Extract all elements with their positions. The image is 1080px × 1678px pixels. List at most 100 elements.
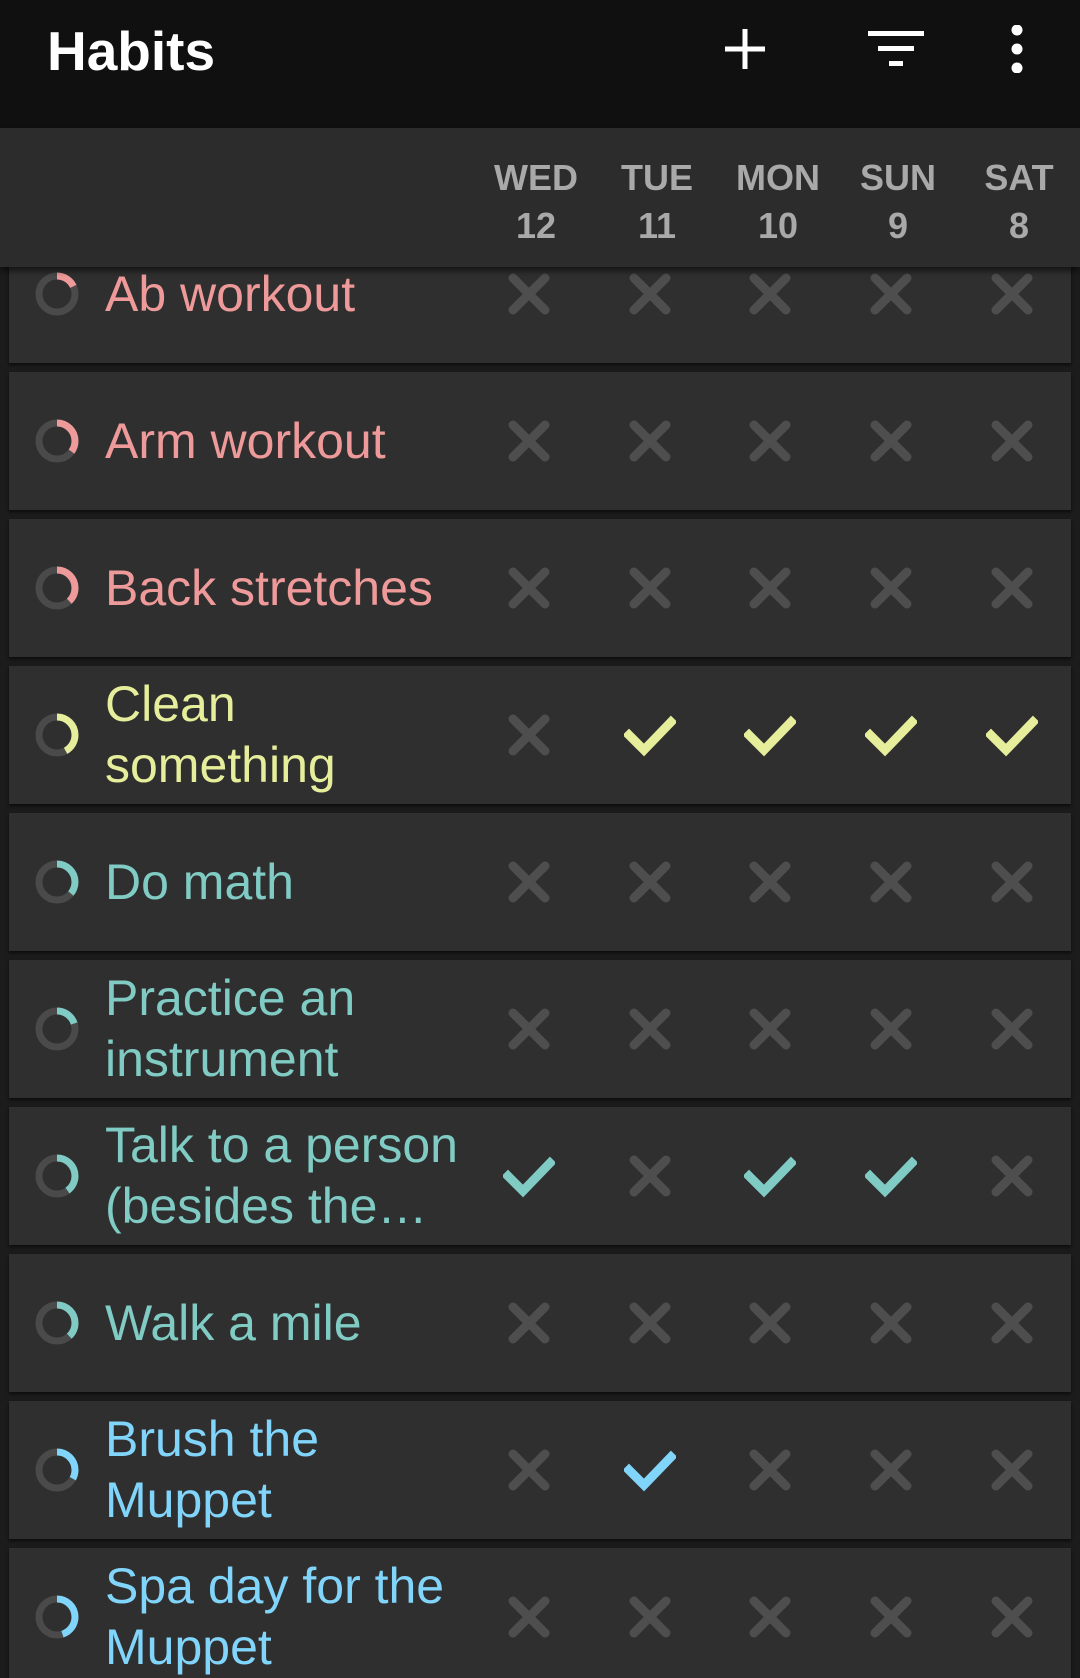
cross-icon[interactable] bbox=[865, 268, 917, 320]
check-icon[interactable] bbox=[986, 709, 1038, 761]
cross-icon[interactable] bbox=[865, 1003, 917, 1055]
cross-icon[interactable] bbox=[503, 1591, 555, 1643]
cross-icon[interactable] bbox=[503, 856, 555, 908]
habit-row[interactable]: Walk a mile bbox=[9, 1254, 1071, 1392]
weekday-label: SAT bbox=[984, 157, 1054, 198]
habit-row[interactable]: Arm workout bbox=[9, 372, 1071, 510]
cross-icon[interactable] bbox=[865, 415, 917, 467]
habit-row[interactable]: Practice an instrument bbox=[9, 960, 1071, 1098]
habit-name-text: Clean something bbox=[105, 676, 336, 793]
habit-name[interactable]: Practice an instrument bbox=[105, 960, 475, 1098]
cross-icon[interactable] bbox=[986, 1444, 1038, 1496]
cross-icon[interactable] bbox=[744, 562, 796, 614]
habit-name-text: Brush the Muppet bbox=[105, 1411, 320, 1528]
habit-name[interactable]: Do math bbox=[105, 813, 475, 951]
habit-row[interactable]: Brush the Muppet bbox=[9, 1401, 1071, 1539]
habit-name[interactable]: Brush the Muppet bbox=[105, 1401, 475, 1539]
cross-icon[interactable] bbox=[744, 268, 796, 320]
day-number: 10 bbox=[757, 205, 799, 246]
day-number: 8 bbox=[1008, 205, 1030, 246]
weekday-label: SUN bbox=[859, 157, 936, 198]
habit-name[interactable]: Spa day for the Muppet bbox=[105, 1548, 475, 1678]
cross-icon[interactable] bbox=[744, 1297, 796, 1349]
habit-score-ring-icon bbox=[35, 1448, 79, 1492]
cross-icon[interactable] bbox=[986, 1591, 1038, 1643]
habit-name[interactable]: Arm workout bbox=[105, 372, 475, 510]
habit-name[interactable]: Talk to a person (besides the Muppet) bbox=[105, 1107, 475, 1245]
habit-name[interactable]: Back stretches bbox=[105, 519, 475, 657]
cross-icon[interactable] bbox=[624, 1591, 676, 1643]
cross-icon[interactable] bbox=[503, 562, 555, 614]
cross-icon[interactable] bbox=[986, 1297, 1038, 1349]
weekday-label: TUE bbox=[621, 157, 693, 198]
cross-icon[interactable] bbox=[986, 268, 1038, 320]
cross-icon[interactable] bbox=[986, 856, 1038, 908]
day-number: 11 bbox=[637, 205, 677, 246]
more-options-button[interactable] bbox=[977, 19, 1057, 79]
cross-icon[interactable] bbox=[624, 1297, 676, 1349]
cross-icon[interactable] bbox=[503, 1444, 555, 1496]
habit-row[interactable]: Spa day for the Muppet bbox=[9, 1548, 1071, 1678]
habit-score-ring-icon bbox=[35, 566, 79, 610]
cross-icon[interactable] bbox=[624, 1150, 676, 1202]
day-column-header: SAT 8 bbox=[964, 154, 1074, 250]
cross-icon[interactable] bbox=[503, 1003, 555, 1055]
check-icon[interactable] bbox=[744, 1150, 796, 1202]
habit-score-ring-icon bbox=[35, 272, 79, 316]
cross-icon[interactable] bbox=[865, 856, 917, 908]
habit-name[interactable]: Walk a mile bbox=[105, 1254, 475, 1392]
cross-icon[interactable] bbox=[865, 1297, 917, 1349]
cross-icon[interactable] bbox=[624, 562, 676, 614]
add-habit-button[interactable] bbox=[705, 19, 785, 79]
habit-score-ring-icon bbox=[35, 1595, 79, 1639]
habit-row[interactable]: Ab workout bbox=[9, 267, 1071, 363]
cross-icon[interactable] bbox=[744, 1003, 796, 1055]
check-icon[interactable] bbox=[744, 709, 796, 761]
filter-button[interactable] bbox=[856, 19, 936, 79]
app-toolbar: Habits bbox=[0, 0, 1080, 128]
cross-icon[interactable] bbox=[503, 709, 555, 761]
cross-icon[interactable] bbox=[865, 1444, 917, 1496]
habit-score-ring-icon bbox=[35, 1154, 79, 1198]
habit-name-text: Back stretches bbox=[105, 559, 433, 616]
habit-row[interactable]: Back stretches bbox=[9, 519, 1071, 657]
habit-name-text: Walk a mile bbox=[105, 1294, 362, 1351]
cross-icon[interactable] bbox=[986, 415, 1038, 467]
page-title: Habits bbox=[47, 20, 216, 82]
cross-icon[interactable] bbox=[744, 1591, 796, 1643]
cross-icon[interactable] bbox=[865, 1591, 917, 1643]
cross-icon[interactable] bbox=[503, 1297, 555, 1349]
habit-name-text: Spa day for the Muppet bbox=[105, 1558, 445, 1675]
cross-icon[interactable] bbox=[986, 1003, 1038, 1055]
habit-row[interactable]: Do math bbox=[9, 813, 1071, 951]
check-icon[interactable] bbox=[865, 1150, 917, 1202]
habit-name[interactable]: Ab workout bbox=[105, 267, 475, 363]
check-icon[interactable] bbox=[624, 709, 676, 761]
cross-icon[interactable] bbox=[986, 562, 1038, 614]
weekday-label: WED bbox=[494, 157, 578, 198]
habit-row[interactable]: Talk to a person (besides the Muppet) bbox=[9, 1107, 1071, 1245]
cross-icon[interactable] bbox=[744, 1444, 796, 1496]
cross-icon[interactable] bbox=[986, 1150, 1038, 1202]
cross-icon[interactable] bbox=[624, 268, 676, 320]
habit-name-text: Do math bbox=[105, 853, 294, 910]
cross-icon[interactable] bbox=[744, 856, 796, 908]
day-column-header: TUE 11 bbox=[602, 154, 712, 250]
cross-icon[interactable] bbox=[624, 856, 676, 908]
habit-score-ring-icon bbox=[35, 713, 79, 757]
cross-icon[interactable] bbox=[503, 268, 555, 320]
habit-row[interactable]: Clean something bbox=[9, 666, 1071, 804]
habit-score-ring-icon bbox=[35, 860, 79, 904]
habit-name[interactable]: Clean something bbox=[105, 666, 475, 804]
habit-list[interactable]: Ab workout Arm workout Back stretches Clean… bbox=[0, 267, 1080, 1678]
cross-icon[interactable] bbox=[624, 415, 676, 467]
cross-icon[interactable] bbox=[744, 415, 796, 467]
cross-icon[interactable] bbox=[503, 415, 555, 467]
check-icon[interactable] bbox=[624, 1444, 676, 1496]
check-icon[interactable] bbox=[503, 1150, 555, 1202]
day-header: WED 12 TUE 11 MON 10 SUN 9 SAT 8 bbox=[0, 128, 1080, 267]
check-icon[interactable] bbox=[865, 709, 917, 761]
cross-icon[interactable] bbox=[624, 1003, 676, 1055]
weekday-label: MON bbox=[736, 157, 820, 198]
cross-icon[interactable] bbox=[865, 562, 917, 614]
